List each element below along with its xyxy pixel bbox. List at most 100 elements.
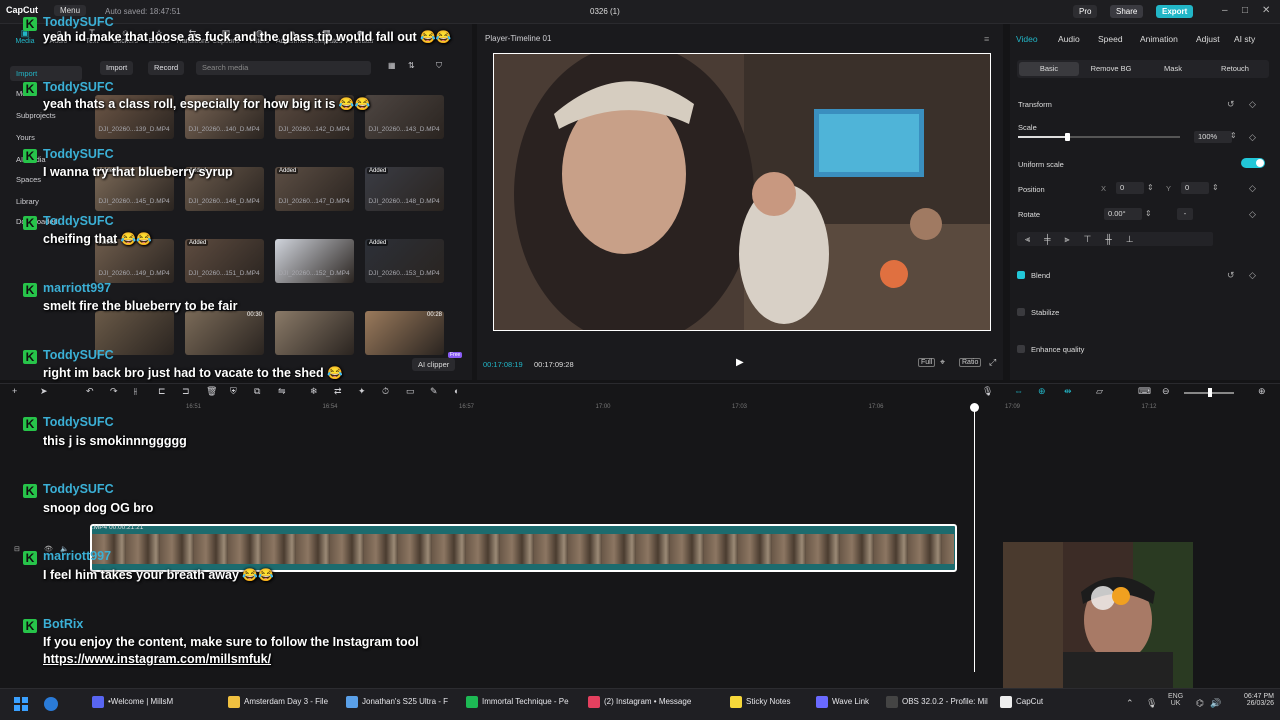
nav-ai-avatar[interactable]: ☻ AI avatar	[343, 28, 377, 45]
sidebar-item-spaces[interactable]: Spaces	[10, 172, 82, 187]
nav-media[interactable]: ▣ Media	[8, 28, 42, 45]
menu-icon[interactable]: ≡	[984, 34, 989, 44]
sidebar-item-yours[interactable]: Yours	[10, 130, 82, 145]
media-thumbnail[interactable]	[95, 311, 174, 355]
sidebar-item-subprojects[interactable]: Subprojects	[10, 108, 82, 123]
preview-icon[interactable]: ▱	[1096, 386, 1103, 397]
nav-filters[interactable]: ◍ Filters	[243, 28, 277, 45]
close-icon[interactable]: ✕	[1262, 5, 1270, 16]
redo-icon[interactable]: ↷	[110, 386, 118, 397]
zoom-slider-handle[interactable]	[1208, 388, 1212, 397]
mask-icon[interactable]: ◐	[454, 386, 459, 396]
taskbar-app[interactable]: Jonathan's S25 Ultra - F	[346, 696, 448, 708]
network-icon[interactable]: ⌬	[1196, 698, 1204, 709]
reset-icon[interactable]: ↺	[1227, 99, 1235, 110]
align-middle-icon[interactable]: ╫	[1105, 234, 1111, 244]
nav-stickers[interactable]: ☺ Stickers	[109, 28, 143, 45]
full-button[interactable]: Full	[918, 358, 936, 367]
nav-audio[interactable]: ♫ Audio	[42, 28, 76, 45]
volume-icon[interactable]: 🔊	[1210, 698, 1221, 709]
shield-icon[interactable]: ⛨	[230, 386, 237, 397]
subtab-remove-bg[interactable]: Remove BG	[1081, 62, 1141, 76]
split-left-icon[interactable]: ⊏	[158, 386, 166, 397]
reverse-icon[interactable]: ⇄	[334, 386, 342, 397]
taskbar-app[interactable]: •Welcome | MillsM	[92, 696, 173, 708]
scale-slider-handle[interactable]	[1064, 133, 1070, 141]
edit-icon[interactable]: ✎	[430, 386, 438, 397]
align-left-icon[interactable]: ⫷	[1025, 234, 1030, 245]
nav-effects[interactable]: ✧ Effects	[142, 28, 176, 45]
sidebar-item-import[interactable]: Import	[10, 66, 82, 81]
sidebar-item-meida[interactable]: Meida	[10, 86, 82, 101]
language-indicator[interactable]: ENG UK	[1168, 693, 1183, 707]
undo-icon[interactable]: ↶	[86, 386, 94, 397]
mic-tray-icon[interactable]: 🎙	[1146, 698, 1157, 709]
keyframe-icon[interactable]: ◇	[1249, 209, 1256, 220]
share-button[interactable]: Share	[1110, 5, 1144, 18]
maximize-icon[interactable]: □	[1242, 5, 1248, 16]
timeline-ruler[interactable]: 16:51 16:54 16:57 17:00 17:03 17:06 17:09 17:12	[90, 404, 1280, 414]
nav-templates[interactable]: ▦ Templates	[310, 28, 344, 45]
ratio-button[interactable]: Ratio	[959, 358, 982, 367]
windows-start-icon[interactable]	[14, 697, 28, 711]
media-thumbnail[interactable]	[275, 311, 354, 355]
eye-icon[interactable]: 👁	[44, 545, 53, 553]
tab-ai-sty[interactable]: AI sty	[1234, 34, 1255, 44]
tray-chevron-icon[interactable]: ⌃	[1126, 698, 1134, 709]
keyframe-icon[interactable]: ◇	[1249, 132, 1256, 143]
mirror-icon[interactable]: ⇋	[278, 386, 286, 397]
add-icon[interactable]: +	[12, 386, 17, 396]
sort-icon[interactable]: ⇅	[408, 61, 415, 70]
effects-icon[interactable]: ✦	[358, 386, 366, 397]
taskbar-app[interactable]: Immortal Technique - Pe	[466, 696, 569, 708]
align-right-icon[interactable]: ⫸	[1064, 234, 1069, 245]
stepper-icon[interactable]: ⇕	[1230, 131, 1237, 140]
microphone-icon[interactable]: 🎙	[982, 386, 993, 397]
link-icon[interactable]: ⇔	[1014, 386, 1023, 396]
sidebar-item-library[interactable]: Library	[10, 194, 82, 209]
delete-icon[interactable]: 🗑	[206, 386, 217, 397]
play-icon[interactable]: ▶	[736, 357, 744, 368]
grid-view-icon[interactable]: ▦	[388, 61, 396, 70]
enhance-quality-checkbox[interactable]	[1017, 345, 1025, 353]
align-bottom-icon[interactable]: ⊥	[1126, 234, 1134, 245]
taskbar-app[interactable]: Wave Link	[816, 696, 869, 708]
menu-button[interactable]: Menu	[54, 5, 87, 16]
crop-icon[interactable]: ⧉	[254, 386, 260, 397]
speed-icon[interactable]: ⏱	[382, 386, 389, 397]
browser-icon[interactable]	[44, 697, 58, 711]
media-thumbnail[interactable]: 00:30	[185, 311, 264, 355]
track-lock-icon[interactable]: ⊟	[14, 545, 20, 553]
clock[interactable]: 06:47 PM 26/03/26	[1232, 693, 1274, 707]
import-button[interactable]: Import	[100, 61, 134, 75]
blend-checkbox[interactable]	[1017, 271, 1025, 279]
tab-audio[interactable]: Audio	[1058, 34, 1080, 44]
taskbar-app[interactable]: (2) Instagram • Message	[588, 696, 691, 708]
keyframe-icon[interactable]: ◇	[1249, 99, 1256, 110]
taskbar-app[interactable]: OBS 32.0.2 - Profile: Mil	[886, 696, 988, 708]
export-button[interactable]: Export	[1156, 5, 1194, 18]
tab-animation[interactable]: Animation	[1140, 34, 1178, 44]
pos-x-input[interactable]: 0	[1116, 182, 1144, 194]
pro-button[interactable]: Pro	[1073, 5, 1098, 18]
playhead-handle[interactable]	[970, 403, 979, 412]
sidebar-item-ai-media[interactable]: AI media	[10, 152, 82, 167]
fullscreen-icon[interactable]: ⤢	[989, 357, 996, 368]
subtab-basic[interactable]: Basic	[1019, 62, 1079, 76]
crop-icon[interactable]: ⌖	[940, 357, 945, 368]
sidebar-item-downloaded[interactable]: Downloaded	[10, 214, 82, 229]
keyframe-icon[interactable]: ◇	[1249, 270, 1256, 281]
rotate-flip-button[interactable]: -	[1177, 208, 1193, 220]
filter-icon[interactable]: ⛉	[436, 61, 442, 71]
align-top-icon[interactable]: ⊤	[1084, 234, 1092, 245]
search-media-input[interactable]: Search media	[196, 61, 371, 75]
scale-value[interactable]: 100%	[1194, 131, 1232, 143]
snap-icon[interactable]: ⇹	[1064, 386, 1072, 397]
nav-adjustment[interactable]: ◑ Adjustment	[276, 28, 311, 45]
tab-speed[interactable]: Speed	[1098, 34, 1123, 44]
subtab-mask[interactable]: Mask	[1143, 62, 1203, 76]
minimize-icon[interactable]: –	[1222, 5, 1228, 16]
playhead[interactable]	[974, 404, 975, 672]
taskbar-app[interactable]: Sticky Notes	[730, 696, 790, 708]
ai-clipper-button[interactable]: AI clipper	[412, 358, 456, 371]
